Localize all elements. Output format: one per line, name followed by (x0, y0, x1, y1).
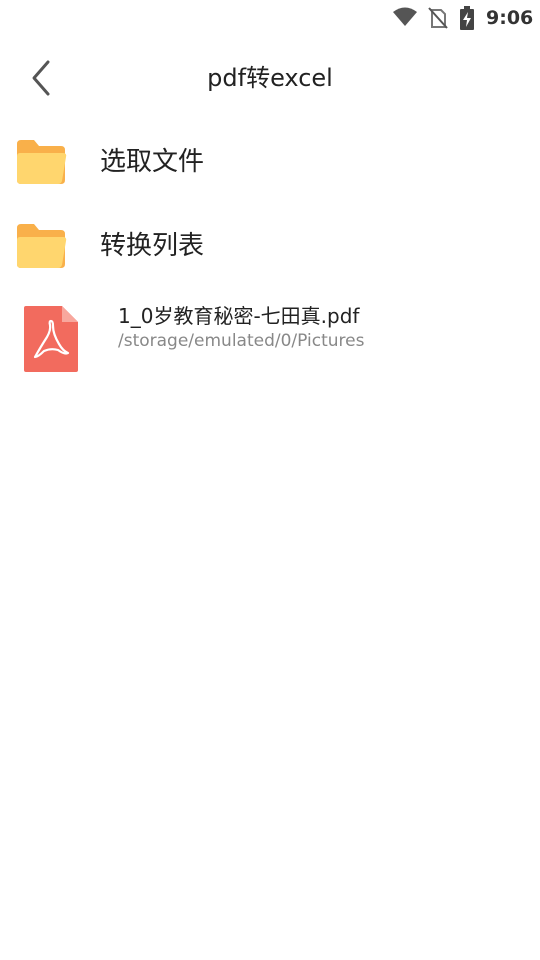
folder-icon (14, 220, 68, 272)
folder-icon (14, 136, 68, 188)
select-file-label: 选取文件 (100, 147, 205, 177)
app-bar: pdf转excel (0, 36, 540, 120)
conversion-list-label: 转换列表 (100, 231, 205, 261)
file-path: /storage/emulated/0/Pictures (118, 331, 365, 351)
wifi-icon (392, 7, 418, 27)
pdf-file-icon (22, 304, 80, 374)
select-file-row[interactable]: 选取文件 (0, 122, 540, 202)
status-bar: 9:06 (0, 0, 540, 36)
file-list-item[interactable]: 1_0岁教育秘密-七田真.pdf /storage/emulated/0/Pic… (0, 294, 540, 380)
page-title: pdf转excel (207, 64, 333, 92)
status-time: 9:06 (486, 7, 534, 29)
no-sim-icon (428, 7, 448, 29)
file-name: 1_0岁教育秘密-七田真.pdf (118, 304, 360, 328)
battery-charging-icon (459, 6, 475, 30)
conversion-list-row[interactable]: 转换列表 (0, 206, 540, 286)
